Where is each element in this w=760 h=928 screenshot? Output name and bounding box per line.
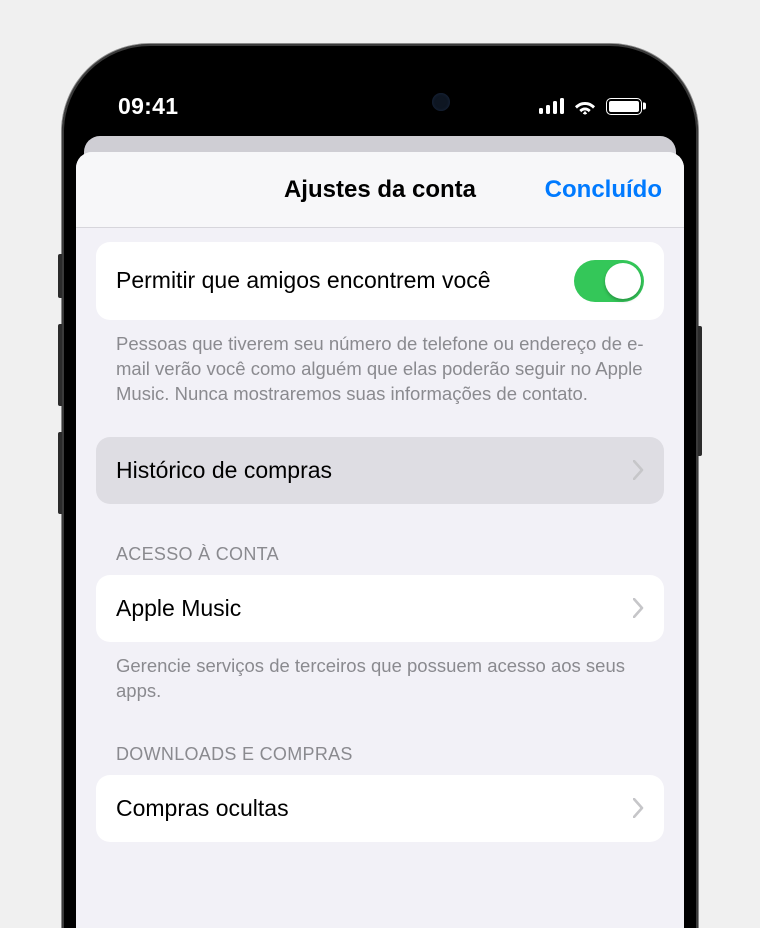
apple-music-row[interactable]: Apple Music [96, 575, 664, 642]
allow-friends-toggle[interactable] [574, 260, 644, 302]
content-area: Permitir que amigos encontrem você Pesso… [76, 228, 684, 842]
nav-bar: Ajustes da conta Concluído [76, 152, 684, 228]
friends-card: Permitir que amigos encontrem você [96, 242, 664, 320]
cellular-icon [539, 98, 565, 114]
stage: 09:41 Aju [0, 0, 760, 928]
hidden-purchases-row[interactable]: Compras ocultas [96, 775, 664, 842]
friends-footer: Pessoas que tiverem seu número de telefo… [96, 320, 664, 407]
allow-friends-toggle-row[interactable]: Permitir que amigos encontrem você [96, 242, 664, 320]
phone-frame: 09:41 Aju [62, 44, 698, 928]
allow-friends-label: Permitir que amigos encontrem você [116, 266, 574, 295]
screen: 09:41 Aju [76, 58, 684, 928]
battery-icon [606, 98, 642, 115]
chevron-right-icon [633, 460, 644, 480]
dynamic-island [292, 78, 468, 126]
chevron-right-icon [633, 798, 644, 818]
downloads-card: Compras ocultas [96, 775, 664, 842]
purchase-history-label: Histórico de compras [116, 457, 332, 484]
downloads-header: DOWNLOADS E COMPRAS [96, 744, 664, 775]
settings-sheet: Ajustes da conta Concluído Permitir que … [76, 152, 684, 928]
account-access-header: ACESSO À CONTA [96, 544, 664, 575]
purchase-history-row[interactable]: Histórico de compras [96, 437, 664, 504]
purchase-history-card: Histórico de compras [96, 437, 664, 504]
status-indicators [539, 97, 643, 115]
status-time: 09:41 [118, 93, 238, 120]
page-title: Ajustes da conta [284, 176, 476, 204]
hidden-purchases-label: Compras ocultas [116, 795, 289, 822]
toggle-knob [605, 263, 641, 299]
wifi-icon [573, 97, 597, 115]
account-access-card: Apple Music [96, 575, 664, 642]
chevron-right-icon [633, 598, 644, 618]
side-button-right [698, 326, 702, 456]
done-button[interactable]: Concluído [545, 176, 662, 204]
apple-music-label: Apple Music [116, 595, 241, 622]
account-access-footer: Gerencie serviços de terceiros que possu… [96, 642, 664, 704]
front-camera-icon [432, 93, 450, 111]
side-buttons-left [58, 254, 62, 540]
